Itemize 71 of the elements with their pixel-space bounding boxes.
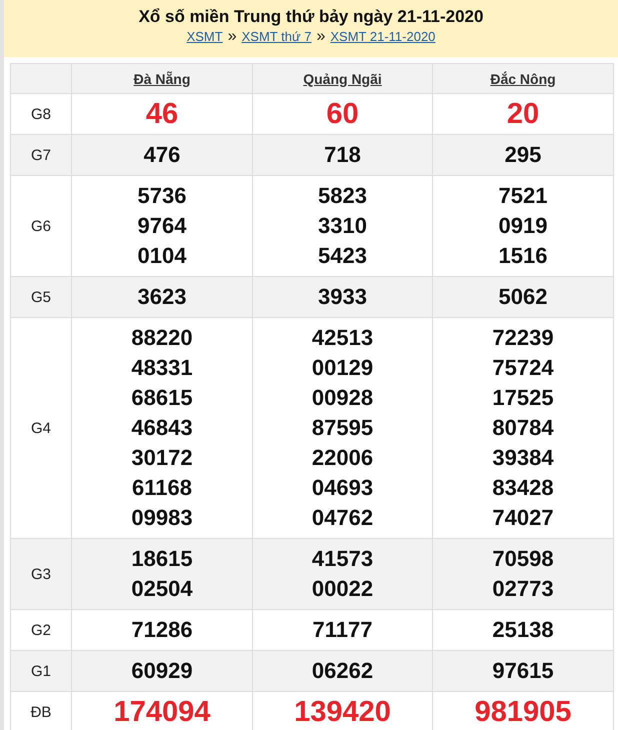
prize-label: G8 [30, 106, 51, 122]
highlighted-number: 60 [326, 99, 359, 129]
prize-label: G7 [30, 146, 51, 164]
breadcrumb-link[interactable]: XSMT [186, 28, 223, 46]
result-number: 3933 [318, 283, 367, 311]
result-number: 5823 [318, 182, 367, 210]
prize-label: G1 [30, 662, 51, 680]
breadcrumb-link[interactable]: XSMT 21-11-2020 [330, 28, 436, 46]
prize-label: G6 [30, 218, 51, 234]
result-number: 5423 [318, 242, 367, 270]
result-number: 04762 [312, 504, 374, 532]
result-number: 71177 [312, 616, 372, 644]
result-number: 1516 [498, 242, 548, 270]
result-number: 9764 [138, 212, 186, 240]
result-number: 476 [144, 141, 180, 169]
result-number: 39384 [492, 444, 554, 472]
result-number: 3623 [138, 283, 186, 311]
result-number: 88220 [131, 324, 193, 352]
result-number: 75724 [492, 354, 554, 382]
result-number: 00022 [312, 575, 374, 603]
result-number: 17525 [492, 384, 554, 412]
highlighted-number: 20 [506, 99, 540, 129]
result-number: 48331 [131, 354, 193, 382]
result-number: 09983 [131, 504, 193, 532]
result-number: 30172 [131, 444, 193, 472]
prize-label: G3 [30, 566, 51, 582]
result-number: 72239 [492, 324, 554, 352]
highlighted-number: 139420 [294, 697, 391, 727]
result-number: 02773 [492, 575, 554, 603]
result-number: 71286 [131, 616, 193, 644]
result-number: 00129 [312, 354, 374, 382]
province-link[interactable]: Đắc Nông [490, 70, 556, 86]
result-number: 18615 [131, 545, 193, 573]
highlighted-number: 981905 [474, 697, 572, 727]
result-number: 46843 [131, 414, 193, 442]
result-number: 22006 [312, 444, 374, 472]
result-number: 70598 [492, 545, 554, 573]
result-number: 718 [324, 141, 361, 169]
result-number: 3310 [318, 212, 367, 240]
result-number: 295 [504, 141, 542, 169]
result-number: 61168 [132, 474, 192, 502]
prize-label: G4 [30, 420, 51, 436]
result-number: 7521 [498, 182, 548, 210]
result-number: 0104 [138, 242, 186, 270]
prize-label: ĐB [30, 704, 52, 720]
prize-label: G2 [30, 622, 51, 638]
result-number: 74027 [492, 504, 554, 532]
prize-label: G5 [30, 288, 51, 306]
breadcrumb-link[interactable]: XSMT thứ 7 [242, 28, 312, 46]
result-number: 42513 [312, 324, 374, 352]
province-link[interactable]: Đà Nẵng [134, 70, 190, 86]
page-title: Xổ số miền Trung thứ bảy ngày 21-11-2020 [138, 6, 484, 28]
result-number: 06262 [312, 657, 374, 685]
result-number: 25138 [492, 616, 554, 644]
result-number: 80784 [492, 414, 554, 442]
highlighted-number: 46 [146, 99, 178, 129]
result-number: 04693 [312, 474, 374, 502]
result-number: 41573 [312, 545, 374, 573]
highlighted-number: 174094 [114, 697, 210, 727]
result-number: 02504 [131, 575, 193, 603]
result-number: 00928 [312, 384, 374, 412]
result-number: 0919 [498, 212, 548, 240]
result-number: 97615 [492, 657, 554, 685]
result-number: 68615 [131, 384, 193, 412]
breadcrumb-separator: » [316, 28, 326, 46]
result-number: 60929 [131, 657, 193, 685]
result-number: 87595 [312, 414, 374, 442]
breadcrumb-separator: » [228, 28, 237, 46]
result-number: 5736 [138, 182, 186, 210]
result-number: 83428 [492, 474, 554, 502]
result-number: 5062 [498, 283, 548, 311]
